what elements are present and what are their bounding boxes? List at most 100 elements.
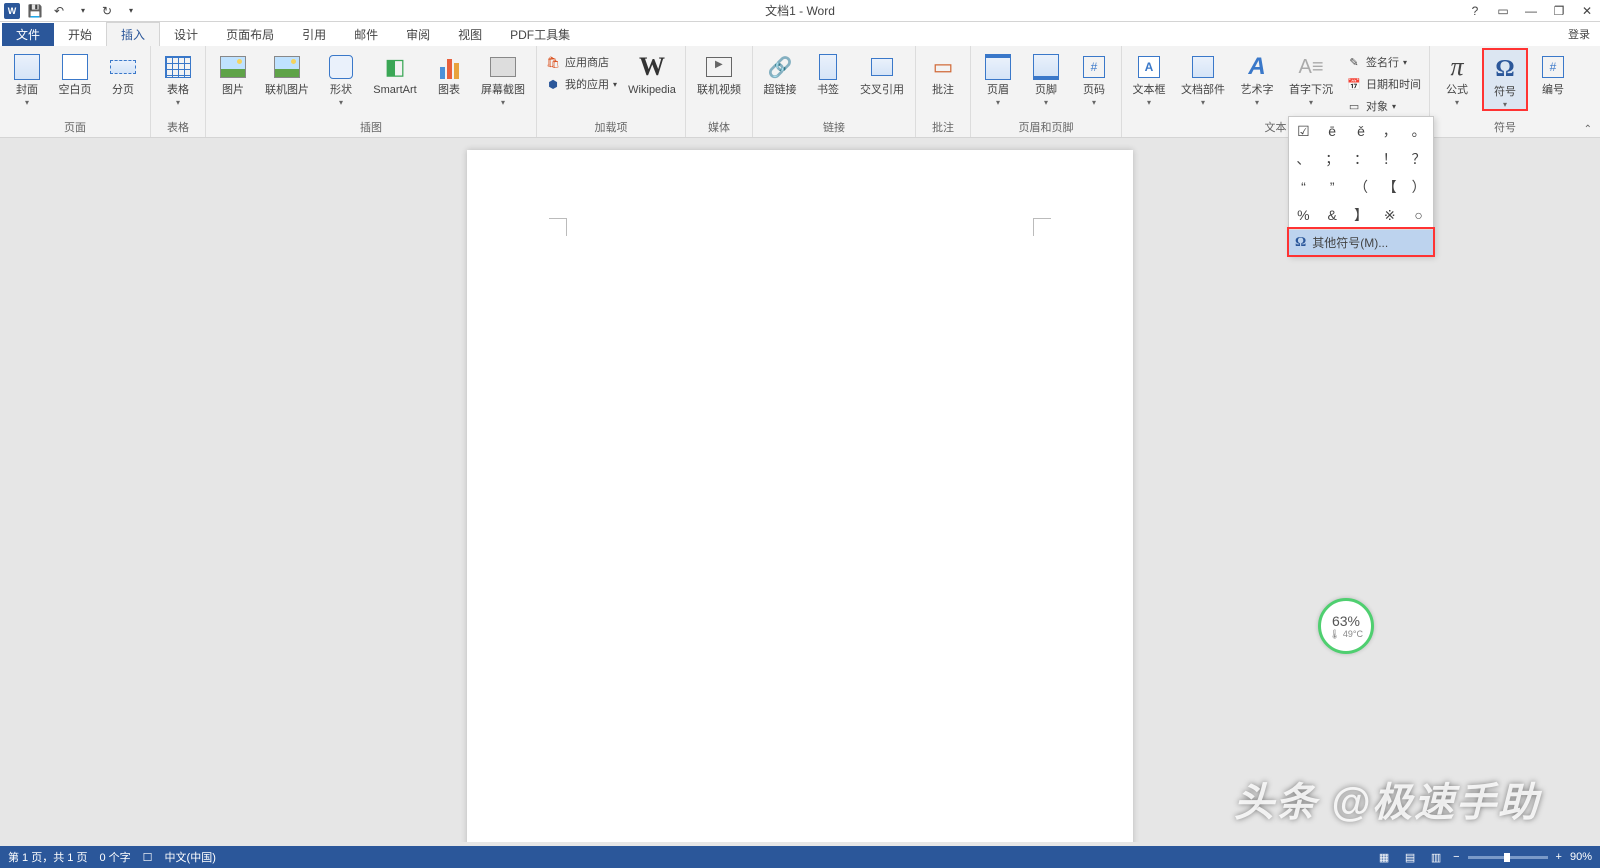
equation-button[interactable]: π公式▾ <box>1434 48 1480 107</box>
zoom-out-button[interactable]: − <box>1453 851 1459 863</box>
my-apps-button[interactable]: ⬢我的应用▾ <box>541 74 621 94</box>
symbol-cell[interactable]: ○ <box>1404 201 1433 229</box>
quick-parts-button[interactable]: 文档部件▾ <box>1174 48 1232 107</box>
hyperlink-button[interactable]: 🔗超链接 <box>757 48 803 96</box>
footer-button[interactable]: 页脚▾ <box>1023 48 1069 107</box>
screenshot-button[interactable]: 屏幕截图▾ <box>474 48 532 107</box>
tab-references[interactable]: 引用 <box>288 23 340 46</box>
symbol-cell[interactable]: 】 <box>1347 201 1376 229</box>
shapes-button[interactable]: 形状▾ <box>318 48 364 107</box>
word-app-icon: W <box>4 3 20 19</box>
zoom-in-button[interactable]: + <box>1556 851 1562 863</box>
wikipedia-button[interactable]: WWikipedia <box>623 48 681 96</box>
page-number-button[interactable]: #页码▾ <box>1071 48 1117 107</box>
status-page[interactable]: 第 1 页，共 1 页 <box>8 849 87 865</box>
qat-undo[interactable]: ↶ <box>50 2 68 20</box>
symbol-cell[interactable]: ē <box>1318 117 1347 145</box>
tab-layout[interactable]: 页面布局 <box>212 23 288 46</box>
symbol-cell[interactable]: % <box>1289 201 1318 229</box>
web-layout-button[interactable]: ▥ <box>1427 849 1445 865</box>
window-title: 文档1 - Word <box>765 2 835 19</box>
status-bar: 第 1 页，共 1 页 0 个字 ☐ 中文(中国) ▦ ▤ ▥ − + 90% <box>0 846 1600 868</box>
ribbon-tabs: 文件 开始 插入 设计 页面布局 引用 邮件 审阅 视图 PDF工具集 <box>0 22 1600 46</box>
wordart-button[interactable]: A艺术字▾ <box>1234 48 1280 107</box>
restore-button[interactable]: ❐ <box>1550 2 1568 20</box>
group-comments: ▭批注 批注 <box>916 46 971 137</box>
cover-page-button[interactable]: 封面▾ <box>4 48 50 107</box>
symbol-cell[interactable]: ” <box>1318 173 1347 201</box>
more-symbols-button[interactable]: Ω 其他符号(M)... <box>1289 229 1433 255</box>
bookmark-button[interactable]: 书签 <box>805 48 851 96</box>
group-illustrations: 图片 联机图片 形状▾ ◧SmartArt 图表 屏幕截图▾ 插图 <box>206 46 537 137</box>
symbol-cell[interactable]: ※ <box>1375 201 1404 229</box>
zoom-level[interactable]: 90% <box>1570 851 1592 863</box>
symbol-cell[interactable]: ！ <box>1375 145 1404 173</box>
chart-button[interactable]: 图表 <box>426 48 472 96</box>
symbol-cell[interactable]: 【 <box>1375 173 1404 201</box>
qat-save[interactable]: 💾 <box>26 2 44 20</box>
store-button[interactable]: 🛍应用商店 <box>541 52 621 72</box>
status-proof-icon[interactable]: ☐ <box>143 851 153 864</box>
system-monitor-widget[interactable]: 63% 🌡 49°C <box>1318 598 1374 654</box>
qat-customize[interactable]: ▾ <box>122 2 140 20</box>
ribbon-display-button[interactable]: ▭ <box>1494 2 1512 20</box>
blank-page-button[interactable]: 空白页 <box>52 48 98 96</box>
minimize-button[interactable]: — <box>1522 2 1540 20</box>
symbol-cell[interactable]: ？ <box>1404 145 1433 173</box>
online-video-button[interactable]: 联机视频 <box>690 48 748 96</box>
symbol-cell[interactable]: ☑ <box>1289 117 1318 145</box>
symbol-cell[interactable]: ě <box>1347 117 1376 145</box>
tab-view[interactable]: 视图 <box>444 23 496 46</box>
tab-home[interactable]: 开始 <box>54 23 106 46</box>
pictures-button[interactable]: 图片 <box>210 48 256 96</box>
group-media: 联机视频 媒体 <box>686 46 753 137</box>
textbox-button[interactable]: A文本框▾ <box>1126 48 1172 107</box>
signature-line-button[interactable]: ✎签名行▾ <box>1342 52 1425 72</box>
collapse-ribbon-button[interactable]: ⌃ <box>1584 124 1592 135</box>
cross-reference-button[interactable]: 交叉引用 <box>853 48 911 96</box>
comment-button[interactable]: ▭批注 <box>920 48 966 96</box>
watermark-text: 头条 @极速手助 <box>1234 770 1540 828</box>
status-words[interactable]: 0 个字 <box>99 849 130 865</box>
zoom-slider[interactable] <box>1468 856 1548 859</box>
document-page[interactable] <box>467 150 1133 842</box>
symbol-button[interactable]: Ω符号▾ <box>1482 48 1528 111</box>
symbol-cell[interactable]: （ <box>1347 173 1376 201</box>
read-mode-button[interactable]: ▦ <box>1375 849 1393 865</box>
login-link[interactable]: 登录 <box>1568 26 1594 42</box>
tab-insert[interactable]: 插入 <box>106 22 160 46</box>
smartart-button[interactable]: ◧SmartArt <box>366 48 424 96</box>
date-time-button[interactable]: 📅日期和时间 <box>1342 74 1425 94</box>
group-symbols-label: 符号 <box>1434 117 1576 137</box>
tab-review[interactable]: 审阅 <box>392 23 444 46</box>
tab-file[interactable]: 文件 <box>2 23 54 46</box>
page-break-button[interactable]: 分页 <box>100 48 146 96</box>
close-button[interactable]: ✕ <box>1578 2 1596 20</box>
status-language[interactable]: 中文(中国) <box>165 849 216 865</box>
print-layout-button[interactable]: ▤ <box>1401 849 1419 865</box>
tab-pdf[interactable]: PDF工具集 <box>496 23 584 46</box>
symbol-cell[interactable]: ； <box>1318 145 1347 173</box>
table-button[interactable]: 表格▾ <box>155 48 201 107</box>
tab-mailings[interactable]: 邮件 <box>340 23 392 46</box>
symbol-cell[interactable]: ） <box>1404 173 1433 201</box>
symbol-cell[interactable]: ， <box>1375 117 1404 145</box>
object-button[interactable]: ▭对象▾ <box>1342 96 1425 116</box>
margin-mark-tl <box>549 218 567 236</box>
symbol-cell[interactable]: 、 <box>1289 145 1318 173</box>
symbol-cell[interactable]: 。 <box>1404 117 1433 145</box>
tab-design[interactable]: 设计 <box>160 23 212 46</box>
dropcap-button[interactable]: A≡首字下沉▾ <box>1282 48 1340 107</box>
group-comments-label: 批注 <box>920 117 966 137</box>
online-pictures-button[interactable]: 联机图片 <box>258 48 316 96</box>
header-button[interactable]: 页眉▾ <box>975 48 1021 107</box>
group-links: 🔗超链接 书签 交叉引用 链接 <box>753 46 916 137</box>
help-button[interactable]: ? <box>1466 2 1484 20</box>
number-button[interactable]: #编号 <box>1530 48 1576 96</box>
qat-redo[interactable]: ↻ <box>98 2 116 20</box>
symbol-cell[interactable]: “ <box>1289 173 1318 201</box>
title-bar: W 💾 ↶ ▾ ↻ ▾ 文档1 - Word ? ▭ — ❐ ✕ <box>0 0 1600 22</box>
qat-undo-more[interactable]: ▾ <box>74 2 92 20</box>
symbol-cell[interactable]: ： <box>1347 145 1376 173</box>
symbol-cell[interactable]: & <box>1318 201 1347 229</box>
